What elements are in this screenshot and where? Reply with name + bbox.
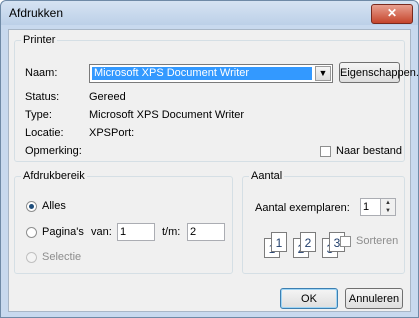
status-label: Status:: [25, 91, 60, 103]
collate-label[interactable]: Sorteren: [356, 235, 398, 247]
type-value: Microsoft XPS Document Writer: [89, 109, 245, 121]
printer-name-label: Naam:: [25, 67, 58, 79]
collate-page-icon: 2: [300, 232, 316, 252]
range-to-label: t/m:: [162, 226, 181, 238]
copies-group: Aantal: [242, 170, 405, 274]
print-dialog: Afdrukken ✕ Printer Naam: Microsoft XPS …: [0, 0, 419, 318]
range-from-input[interactable]: 1: [117, 223, 155, 241]
cancel-button[interactable]: Annuleren: [345, 288, 403, 309]
range-selection-label[interactable]: Selectie: [42, 251, 81, 263]
status-value: Gereed: [89, 91, 126, 103]
spin-up-icon[interactable]: ▲: [381, 199, 395, 207]
range-selection-radio[interactable]: [26, 252, 37, 263]
print-to-file-checkbox[interactable]: [320, 146, 331, 157]
location-label: Locatie:: [25, 127, 64, 139]
location-value: XPSPort:: [89, 127, 135, 139]
printer-group-label: Printer: [23, 34, 56, 46]
dialog-body: Printer Naam: Microsoft XPS Document Wri…: [8, 29, 419, 312]
comment-label: Opmerking:: [25, 145, 82, 157]
collate-page-icon: 1: [271, 232, 287, 252]
copies-group-label: Aantal: [251, 170, 283, 182]
window-title: Afdrukken: [9, 6, 64, 20]
type-label: Type:: [25, 109, 52, 121]
range-pages-label[interactable]: Pagina's: [42, 226, 84, 238]
range-from-label: van:: [91, 226, 112, 238]
printer-group: Printer: [14, 34, 405, 162]
chevron-down-icon[interactable]: ▼: [315, 66, 331, 81]
range-all-radio[interactable]: [26, 201, 37, 212]
copies-label: Aantal exemplaren:: [255, 202, 350, 214]
print-to-file-label[interactable]: Naar bestand: [336, 145, 402, 157]
copies-spinner[interactable]: ▲ ▼: [380, 198, 396, 216]
close-button[interactable]: ✕: [371, 4, 413, 24]
collate-checkbox[interactable]: [340, 236, 351, 247]
range-all-label[interactable]: Alles: [42, 200, 66, 212]
printer-name-select[interactable]: Microsoft XPS Document Writer ▼: [89, 64, 333, 83]
properties-button[interactable]: Eigenschappen...: [339, 62, 419, 83]
title-bar[interactable]: Afdrukken ✕: [1, 1, 418, 25]
range-pages-radio[interactable]: [26, 227, 37, 238]
print-range-group-label: Afdrukbereik: [23, 170, 85, 182]
close-icon: ✕: [386, 6, 398, 20]
copies-input[interactable]: 1: [360, 198, 381, 216]
spin-down-icon[interactable]: ▼: [381, 207, 395, 215]
printer-name-value: Microsoft XPS Document Writer: [92, 67, 312, 80]
range-to-input[interactable]: 2: [187, 223, 225, 241]
ok-button[interactable]: OK: [280, 288, 338, 309]
